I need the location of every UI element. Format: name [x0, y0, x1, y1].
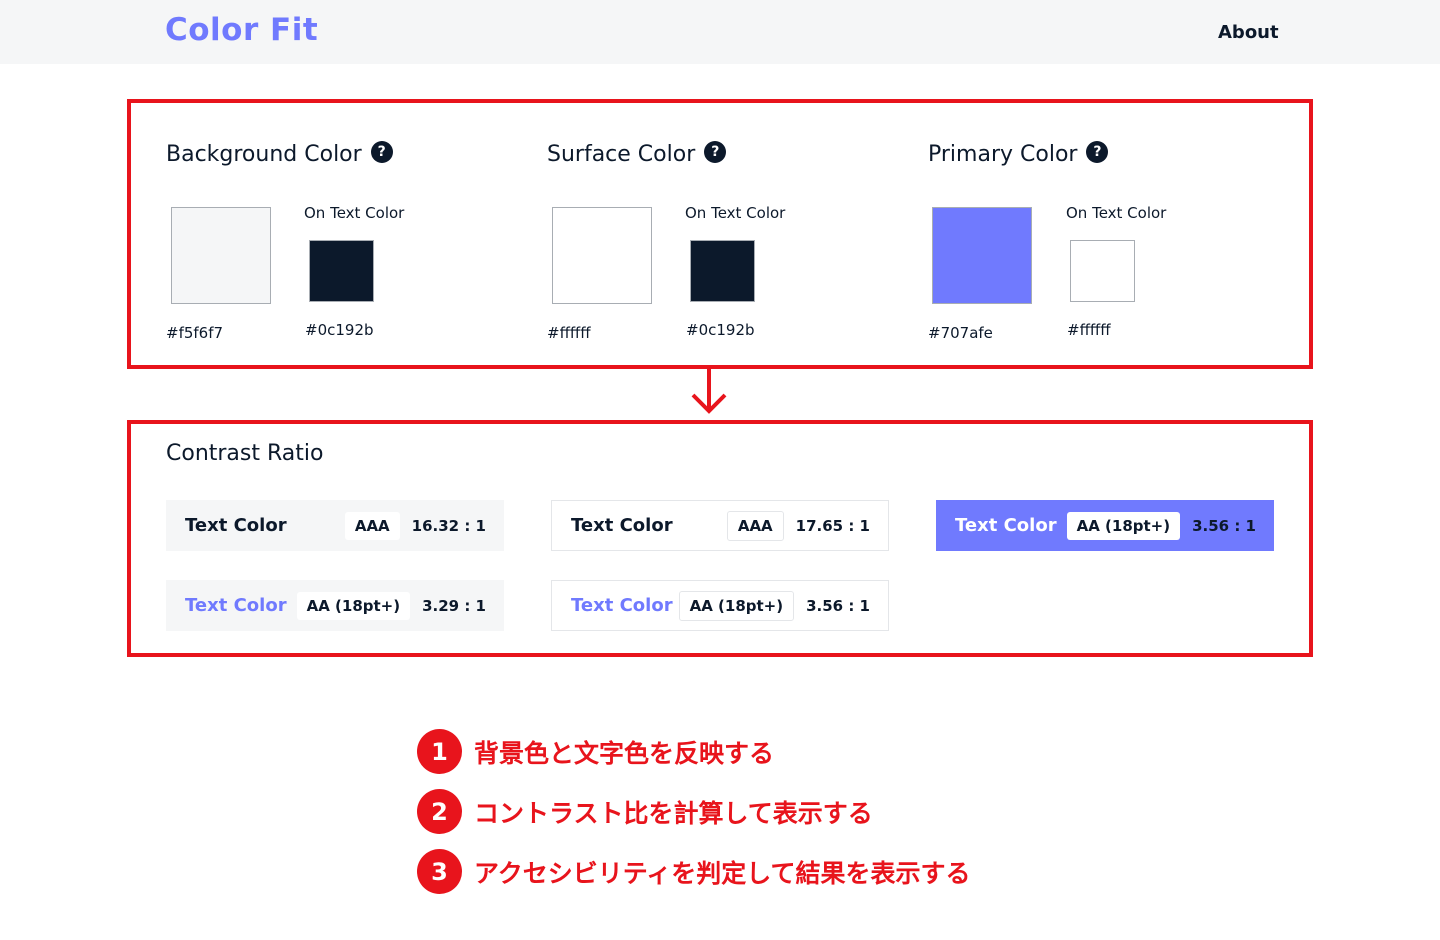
surface-color-title: Surface Color ? [547, 140, 727, 167]
contrast-card-surface-primary: Text Color AA (18pt+) 3.56 : 1 [551, 580, 889, 631]
primary-color-title: Primary Color ? [928, 140, 1109, 167]
background-color-label: Background Color [166, 142, 362, 167]
background-color-title: Background Color ? [166, 140, 393, 167]
help-icon[interactable]: ? [704, 140, 727, 163]
background-on-text-swatch[interactable] [309, 240, 374, 302]
contrast-ratio-value: 3.56 : 1 [806, 596, 870, 615]
primary-color-label: Primary Color [928, 142, 1078, 167]
step-number-badge: 1 [417, 729, 462, 774]
contrast-ratio-value: 3.29 : 1 [422, 596, 486, 615]
about-link[interactable]: About [1218, 22, 1279, 43]
background-on-text-hex: #0c192b [305, 321, 374, 339]
surface-color-hex: #ffffff [547, 324, 591, 342]
contrast-ratio-value: 3.56 : 1 [1192, 516, 1256, 535]
on-text-color-label: On Text Color [1066, 204, 1167, 222]
sample-text: Text Color [571, 515, 673, 536]
background-color-hex: #f5f6f7 [166, 324, 224, 342]
primary-color-hex: #707afe [928, 324, 993, 342]
surface-color-label: Surface Color [547, 142, 696, 167]
sample-text: Text Color [185, 595, 287, 616]
contrast-card-background-primary: Text Color AA (18pt+) 3.29 : 1 [166, 580, 504, 631]
wcag-level-badge: AA (18pt+) [678, 590, 795, 621]
on-text-color-label: On Text Color [304, 204, 405, 222]
primary-on-text-hex: #ffffff [1067, 321, 1111, 339]
brand-logo[interactable]: Color Fit [165, 12, 318, 48]
legend-item: 1 背景色と文字色を反映する [417, 729, 774, 774]
wcag-level-badge: AA (18pt+) [296, 591, 411, 620]
app-header: Color Fit About [0, 0, 1440, 64]
wcag-level-badge: AAA [726, 510, 784, 541]
help-icon[interactable]: ? [370, 140, 393, 163]
wcag-level-badge: AA (18pt+) [1066, 511, 1181, 540]
arrow-down-icon [691, 368, 727, 414]
step-number-badge: 3 [417, 849, 462, 894]
step-number-badge: 2 [417, 789, 462, 834]
legend-item: 2 コントラスト比を計算して表示する [417, 789, 873, 834]
contrast-card-background-text: Text Color AAA 16.32 : 1 [166, 500, 504, 551]
on-text-color-label: On Text Color [685, 204, 786, 222]
primary-on-text-swatch[interactable] [1070, 240, 1135, 302]
contrast-card-primary-on-text: Text Color AA (18pt+) 3.56 : 1 [936, 500, 1274, 551]
primary-color-swatch[interactable] [932, 207, 1032, 304]
contrast-ratio-title: Contrast Ratio [166, 441, 324, 466]
surface-on-text-hex: #0c192b [686, 321, 755, 339]
help-icon[interactable]: ? [1086, 140, 1109, 163]
surface-color-swatch[interactable] [552, 207, 652, 304]
legend-text: 背景色と文字色を反映する [474, 738, 775, 768]
contrast-ratio-value: 16.32 : 1 [411, 516, 486, 535]
surface-on-text-swatch[interactable] [690, 240, 755, 302]
sample-text: Text Color [571, 595, 673, 616]
sample-text: Text Color [955, 515, 1057, 536]
contrast-card-surface-text: Text Color AAA 17.65 : 1 [551, 500, 889, 551]
legend-text: アクセシビリティを判定して結果を表示する [474, 858, 971, 888]
background-color-swatch[interactable] [171, 207, 271, 304]
contrast-ratio-value: 17.65 : 1 [795, 516, 870, 535]
legend-item: 3 アクセシビリティを判定して結果を表示する [417, 849, 971, 894]
legend-text: コントラスト比を計算して表示する [474, 798, 873, 828]
sample-text: Text Color [185, 515, 287, 536]
wcag-level-badge: AAA [344, 511, 400, 540]
